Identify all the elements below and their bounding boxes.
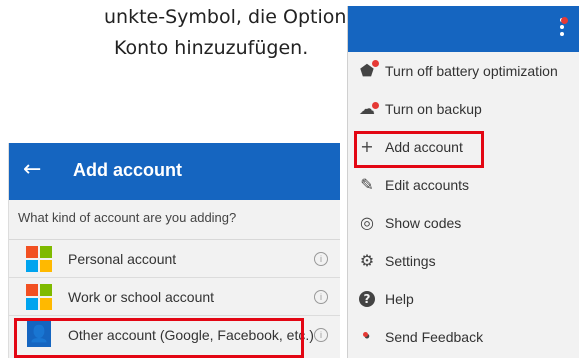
info-icon[interactable]: i [314, 290, 328, 304]
option-label: Work or school account [68, 289, 215, 305]
work-school-account-option[interactable]: Work or school account i [9, 278, 340, 316]
menu-item-label: Help [385, 291, 414, 307]
more-vertical-icon[interactable] [559, 17, 568, 40]
app-bar: ← Add account [9, 143, 340, 200]
menu-item-label: Edit accounts [385, 177, 470, 193]
help-icon: ? [359, 291, 375, 307]
menu-item-backup[interactable]: ☁ Turn on backup [348, 90, 579, 128]
menu-item-label: Settings [385, 253, 436, 269]
menu-item-battery-optimization[interactable]: ⬟ Turn off battery optimization [348, 52, 579, 90]
info-icon[interactable]: i [314, 252, 328, 266]
caption-line-2: Konto hinzuzufügen. [114, 37, 309, 59]
info-icon[interactable]: i [314, 328, 328, 342]
menu-item-settings[interactable]: ⚙ Settings [348, 242, 579, 280]
page-title: Add account [73, 160, 183, 180]
overflow-menu-screen: ⬟ Turn off battery optimization ☁ Turn o… [347, 6, 579, 358]
notification-dot [363, 332, 368, 337]
menu-item-show-codes[interactable]: ◎ Show codes [348, 204, 579, 242]
personal-account-option[interactable]: Personal account i [9, 240, 340, 278]
account-type-question: What kind of account are you adding? [9, 200, 340, 240]
menu-item-edit-accounts[interactable]: ✎ Edit accounts [348, 166, 579, 204]
menu-item-label: Turn off battery optimization [385, 63, 558, 79]
notification-dot [372, 102, 379, 109]
microsoft-logo-icon [26, 246, 52, 272]
highlight-box [354, 131, 484, 168]
notification-dot [561, 17, 568, 24]
microsoft-logo-icon [26, 284, 52, 310]
caption-line-1: unkte-Symbol, die Option [104, 6, 347, 28]
menu-item-send-feedback[interactable]: • Send Feedback [348, 318, 579, 356]
notification-dot [372, 60, 379, 67]
back-arrow-icon[interactable]: ← [23, 157, 41, 182]
option-label: Personal account [68, 251, 177, 267]
menu-item-label: Show codes [385, 215, 462, 231]
menu-item-help[interactable]: ? Help [348, 280, 579, 318]
gear-icon: ⚙ [359, 251, 375, 270]
highlight-box [14, 318, 304, 358]
pencil-icon: ✎ [360, 175, 374, 194]
menu-item-label: Turn on backup [385, 101, 482, 117]
feedback-icon: • [357, 327, 377, 347]
app-bar [348, 6, 579, 52]
menu-item-label: Send Feedback [385, 329, 484, 345]
eye-icon: ◎ [360, 213, 374, 232]
add-account-screen: ← Add account What kind of account are y… [8, 143, 340, 358]
